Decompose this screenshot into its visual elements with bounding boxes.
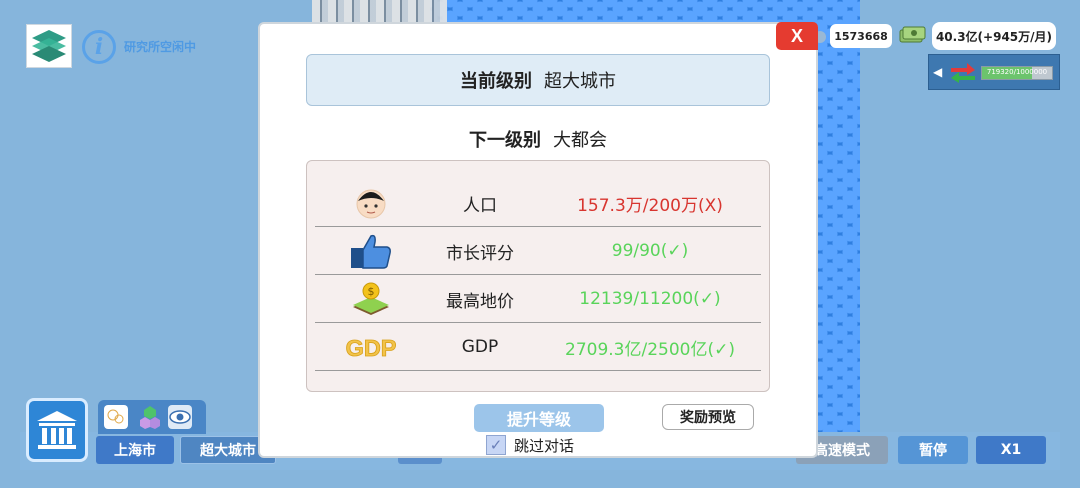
bubbles-icon	[107, 409, 124, 424]
requirement-row-land-price: $ 最高地价 12139/11200(✓)	[315, 275, 761, 323]
map-city-buildings	[312, 0, 447, 22]
money-icon	[899, 26, 926, 43]
requirement-name: 市长评分	[446, 243, 514, 264]
current-level-value: 超大城市	[544, 71, 616, 92]
requirement-row-population: 人口 157.3万/200万(X)	[315, 179, 761, 227]
skip-dialog-label: 跳过对话	[514, 436, 575, 455]
view-mode-tabs	[98, 400, 206, 434]
tab-bubbles[interactable]	[104, 405, 128, 429]
info-icon[interactable]: i	[82, 30, 116, 64]
trade-panel[interactable]: ◀ 719320/1000000	[928, 54, 1060, 90]
requirement-row-gdp: GDP GDP 2709.3亿/2500亿(✓)	[315, 323, 761, 371]
reward-preview-button[interactable]: 奖励预览	[662, 404, 754, 430]
collapse-arrow-icon[interactable]: ◀	[933, 65, 942, 79]
requirement-row-mayor-rating: 市长评分 99/90(✓)	[315, 227, 761, 275]
government-building-icon	[37, 411, 77, 449]
trade-exchange-icon	[951, 63, 975, 83]
current-level-box: 当前级别 超大城市	[306, 54, 770, 106]
requirements-table: 人口 157.3万/200万(X) 市长评分 99/90(✓) $ 最高地价 1…	[306, 160, 770, 392]
gdp-icon: GDP	[345, 329, 397, 365]
requirement-value: 12139/11200(✓)	[579, 289, 721, 309]
requirement-value: 157.3万/200万(X)	[577, 195, 723, 216]
close-button[interactable]: X	[776, 22, 818, 50]
zones-icon	[140, 406, 160, 429]
tab-view[interactable]	[168, 405, 192, 429]
layers-icon	[32, 30, 66, 62]
government-button[interactable]	[26, 398, 88, 462]
speed-multiplier-button[interactable]: X1	[976, 436, 1046, 464]
trade-progress-bar: 719320/1000000	[981, 66, 1053, 80]
skip-dialog-option[interactable]: ✓ 跳过对话	[486, 434, 574, 456]
pause-button[interactable]: 暂停	[898, 436, 968, 464]
city-name-button[interactable]: 上海市	[96, 436, 174, 464]
next-level-value: 大都会	[553, 130, 607, 151]
requirement-name: 最高地价	[446, 291, 514, 312]
tab-zones[interactable]	[138, 405, 162, 429]
upgrade-button[interactable]: 提升等级	[474, 404, 604, 432]
requirement-name: 人口	[463, 195, 497, 216]
person-icon	[345, 185, 397, 221]
next-level-row: 下一级别 大都会	[306, 124, 770, 154]
trade-progress-text: 719320/1000000	[986, 68, 1048, 76]
skip-dialog-checkbox[interactable]: ✓	[486, 435, 506, 455]
research-status-text: 研究所空闲中	[124, 40, 197, 54]
income-display: 40.3亿(+945万/月)	[932, 22, 1056, 50]
svg-text:$: $	[368, 285, 375, 298]
requirement-value: 2709.3亿/2500亿(✓)	[565, 339, 735, 360]
current-level-label: 当前级别	[460, 71, 532, 92]
population-counter: 1573668	[830, 24, 892, 48]
eye-icon	[169, 410, 191, 424]
requirement-value: 99/90(✓)	[611, 241, 689, 261]
layers-button[interactable]	[26, 24, 72, 68]
requirement-name: GDP	[461, 337, 499, 357]
land-price-icon: $	[345, 281, 397, 317]
thumbs-up-icon	[345, 233, 397, 269]
svg-text:GDP: GDP	[346, 335, 397, 361]
next-level-label: 下一级别	[469, 130, 541, 151]
